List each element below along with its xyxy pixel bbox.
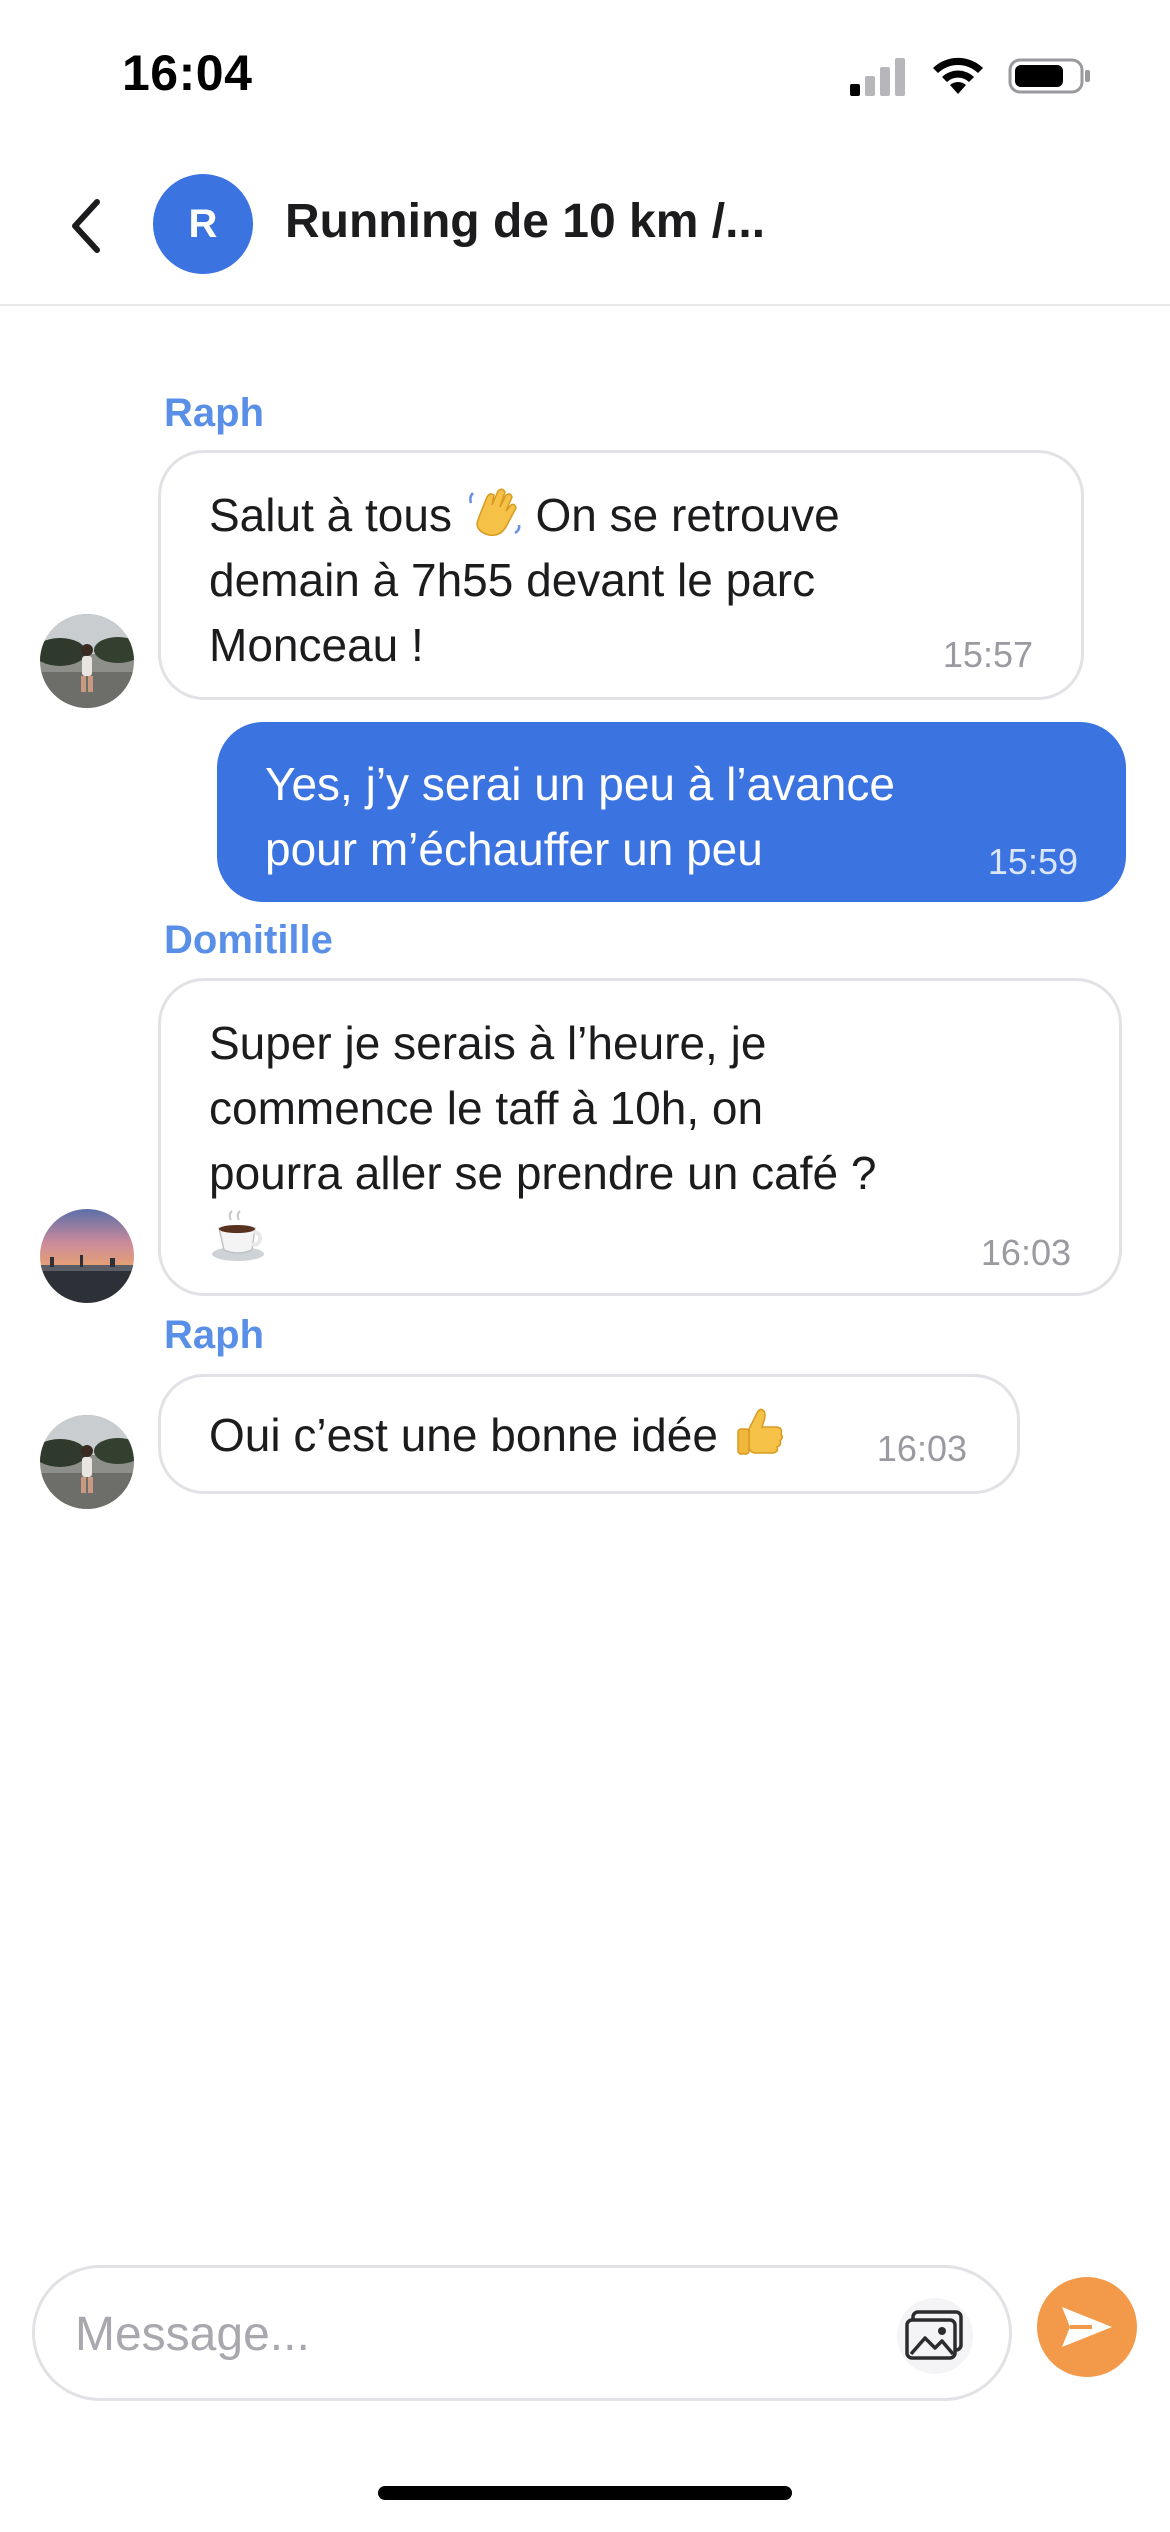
home-indicator xyxy=(378,2486,792,2500)
message-text: Super je serais à l’heure, je commence l… xyxy=(209,1011,876,1271)
message-line: pourra aller se prendre un café ? xyxy=(209,1147,877,1199)
chat-title[interactable]: Running de 10 km /... xyxy=(285,194,765,249)
chat-header: R Running de 10 km /... xyxy=(0,150,1170,306)
message-line: demain à 7h55 devant le parc xyxy=(209,554,816,606)
message-line: Salut à tous xyxy=(209,489,452,541)
status-time: 16:04 xyxy=(122,45,253,101)
message-line: Oui c’est une bonne idée xyxy=(209,1409,718,1461)
avatar[interactable] xyxy=(40,1415,134,1509)
thumbs-up-emoji xyxy=(736,1408,783,1455)
sender-name: Raph xyxy=(164,391,264,435)
message-composer xyxy=(32,2265,1012,2401)
avatar[interactable] xyxy=(40,1209,134,1303)
message-line: Yes, j’y serai un peu à l’avance xyxy=(265,758,895,810)
waving-hand-emoji xyxy=(468,488,521,537)
message-text: Salut à tous On se retrouve demain à 7h5… xyxy=(209,483,840,678)
message-text: Oui c’est une bonne idée xyxy=(209,1403,789,1468)
message-bubble[interactable]: Super je serais à l’heure, je commence l… xyxy=(158,978,1122,1296)
runner-photo-avatar xyxy=(40,1415,134,1509)
send-arrow-icon xyxy=(1062,2307,1112,2347)
sender-name: Raph xyxy=(164,1313,264,1357)
message-time: 15:59 xyxy=(987,841,1078,882)
attach-image-button[interactable] xyxy=(897,2298,973,2374)
status-bar: 16:04 xyxy=(0,0,1170,150)
coffee-cup-emoji xyxy=(212,1210,264,1261)
sunset-photo-avatar xyxy=(40,1209,134,1303)
message-bubble[interactable]: Salut à tous On se retrouve demain à 7h5… xyxy=(158,450,1084,700)
battery-icon xyxy=(1008,58,1090,94)
message-time: 15:57 xyxy=(942,634,1033,675)
message-time: 16:03 xyxy=(876,1428,967,1469)
message-bubble-outgoing[interactable]: Yes, j’y serai un peu à l’avance pour m’… xyxy=(217,722,1126,902)
message-text: Yes, j’y serai un peu à l’avance pour m’… xyxy=(265,752,895,882)
message-input[interactable] xyxy=(75,2302,855,2366)
message-line: Monceau ! xyxy=(209,619,424,671)
send-button[interactable] xyxy=(1037,2277,1137,2377)
image-icon xyxy=(905,2310,963,2360)
group-avatar[interactable]: R xyxy=(153,174,253,274)
status-icons xyxy=(850,56,1092,96)
message-line: commence le taff à 10h, on xyxy=(209,1082,764,1134)
avatar[interactable] xyxy=(40,614,134,708)
message-list[interactable]: Raph Salut à tous On se retrouve demain … xyxy=(0,306,1170,2206)
message-line: pour m’échauffer un peu xyxy=(265,823,763,875)
back-button[interactable] xyxy=(50,186,120,266)
message-line: Super je serais à l’heure, je xyxy=(209,1017,767,1069)
message-bubble[interactable]: Oui c’est une bonne idée 16:03 xyxy=(158,1374,1020,1494)
chevron-left-icon xyxy=(72,199,100,253)
message-line: On se retrouve xyxy=(535,489,840,541)
message-time: 16:03 xyxy=(980,1232,1071,1273)
sender-name: Domitille xyxy=(164,918,333,962)
wifi-icon xyxy=(933,57,983,94)
cellular-signal-icon xyxy=(850,58,905,96)
runner-photo-avatar xyxy=(40,614,134,708)
